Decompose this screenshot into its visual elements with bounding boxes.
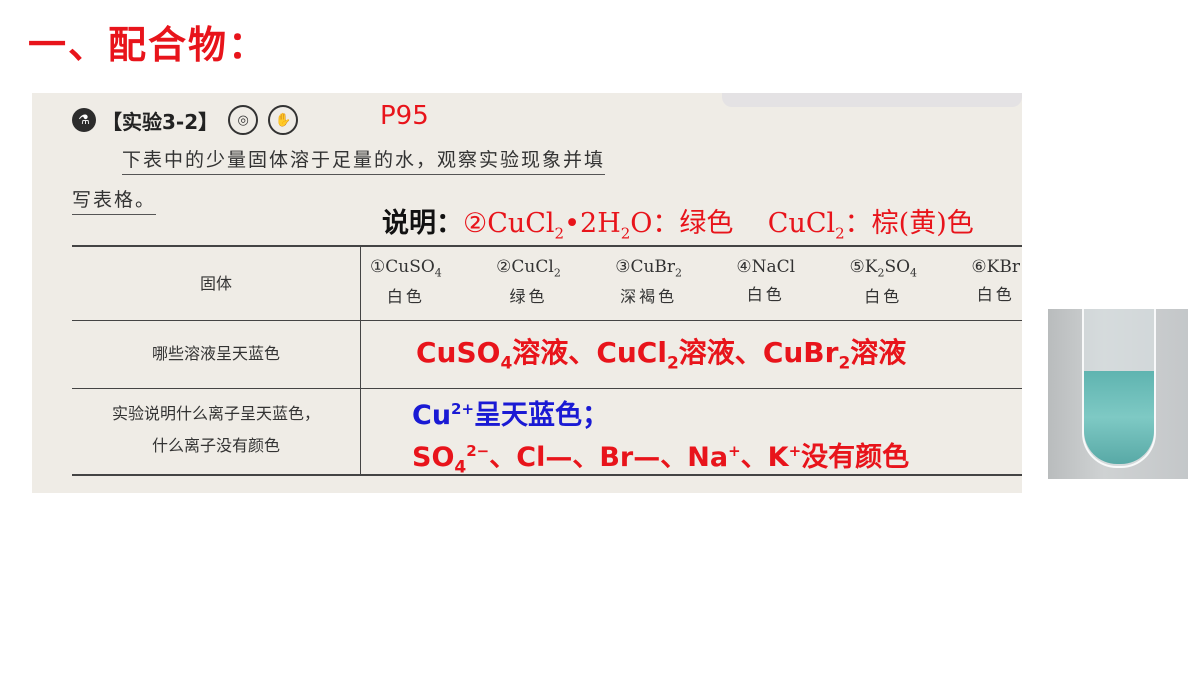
ion-k: K [767,442,789,473]
solid-formula2: SO [884,257,911,277]
note-item2-sub: 2 [835,224,845,243]
answer-colorless-ions: SO42−、Cl—、Br—、Na+、K+没有颜色 [412,435,909,477]
sep: 、 [660,442,688,473]
solid-num: ① [370,257,386,277]
intro-line-1: 下表中的少量固体溶于足量的水，观察实验现象并填 [122,145,606,175]
intro-line-2: 写表格。 [72,185,157,215]
sep: 、 [572,442,600,473]
experiment-label: 【实验3-2】 [102,109,219,134]
test-tube-photo [1048,309,1188,479]
ans-b-sub: 2 [666,353,679,374]
ion-na: Na [687,442,729,473]
solid-formula: NaCl [751,257,796,277]
blue-solution [1084,371,1154,464]
solid-num: ④ [736,257,752,277]
row-label-blue: 哪些溶液呈天蓝色 [151,344,280,363]
solids-row: ①CuSO4 白色 ②CuCl2 绿色 ③CuBr2 深褐色 ④NaCl 白色 … [370,257,1020,307]
ion-so4-sub: 4 [454,457,467,478]
ion-so4-charge: 2− [466,442,490,460]
ans-b-tail: 溶液、 [678,336,763,369]
solid-color: 白色 [864,287,903,307]
ans-a-tail: 溶液、 [512,336,597,369]
ion-so4: SO [412,442,455,473]
solid-num: ② [496,257,512,277]
solid-num: ⑤ [849,257,865,277]
note-item1-tail: O：绿色 [630,208,734,239]
solid-color: 绿色 [509,287,548,307]
solid-sub2: 4 [910,266,918,280]
ion-cl: Cl— [516,442,573,473]
textbook-photo: ⚗ 【实验3-2】 ◎ ✋ P95 下表中的少量固体溶于足量的水，观察实验现象并… [32,93,1022,493]
solid-cell: ⑤K2SO4 白色 [850,257,918,307]
solid-color: 白色 [976,285,1015,304]
answer-blue-solutions: CuSO4溶液、CuCl2溶液、CuBr2溶液 [416,331,906,374]
hand-icon: ✋ [268,105,299,135]
ion-na-charge: + [728,442,741,460]
table-rule-2 [72,388,1022,389]
ans-a-sub: 4 [500,353,513,374]
ans-c: CuBr [762,336,839,369]
answer-blue-ion: Cu2+呈天蓝色； [412,393,609,432]
note-item1: ②CuCl [463,208,555,239]
solid-color: 深褐色 [620,287,678,307]
note-item2-tail: ：棕(黄)色 [844,208,974,239]
solid-cell: ①CuSO4 白色 [370,257,442,307]
solid-color: 白色 [386,287,425,307]
solid-formula: CuBr [630,257,676,277]
solid-formula: KBr [986,257,1020,277]
solid-color: 白色 [746,285,785,304]
ion-br: Br— [599,442,661,473]
solid-num: ⑥ [971,257,987,277]
solid-cell: ④NaCl 白色 [736,257,795,307]
row-label-explain-1: 实验说明什么离子呈天蓝色， [111,404,320,423]
ions-colorless-tail: 没有颜色 [801,442,910,473]
ans-c-sub: 2 [838,353,851,374]
solid-cell: ③CuBr2 深褐色 [615,257,682,307]
solid-sub: 2 [553,266,561,280]
ans-a: CuSO [416,336,501,369]
solid-cell: ②CuCl2 绿色 [496,257,561,307]
photo-tab-decoration [722,93,1022,107]
ion-cu-charge: 2+ [451,400,475,418]
sep: 、 [740,442,768,473]
page-reference: P95 [380,101,429,131]
note-lead: 说明： [382,208,463,239]
table-column-divider [360,245,361,475]
experiment-header: ⚗ 【实验3-2】 ◎ ✋ [72,105,299,135]
note-text: 说明：②CuCl2•2H2O：绿色 CuCl2：棕(黄)色 [382,201,974,242]
ans-c-tail: 溶液 [850,336,907,369]
ans-b: CuCl [596,336,667,369]
solid-sub: 4 [434,266,442,280]
solid-cell: ⑥KBr 白色 [971,257,1020,307]
ion-cu: Cu [412,400,452,431]
row-label-solid: 固体 [199,274,232,293]
sep: 、 [489,442,517,473]
note-item1-mid: •2H [564,208,621,239]
solid-num: ③ [615,257,631,277]
note-item1-sub2: 2 [620,224,631,243]
row-label-explain-2: 什么离子没有颜色 [151,436,280,455]
solid-formula: CuSO [385,257,435,277]
note-item1-sub: 2 [554,224,565,243]
table-rule-1 [72,320,1022,321]
page-title: 一、配合物： [28,23,269,67]
table-top-rule [72,245,1022,247]
solid-formula: K [864,257,878,277]
ion-blue-text: 呈天蓝色； [474,400,610,431]
ion-k-charge: + [788,442,802,460]
solid-formula: CuCl [511,257,554,277]
dish-icon: ◎ [228,105,259,135]
note-item2: CuCl [767,208,836,239]
solid-sub: 2 [675,266,683,280]
flask-icon: ⚗ [72,108,96,132]
